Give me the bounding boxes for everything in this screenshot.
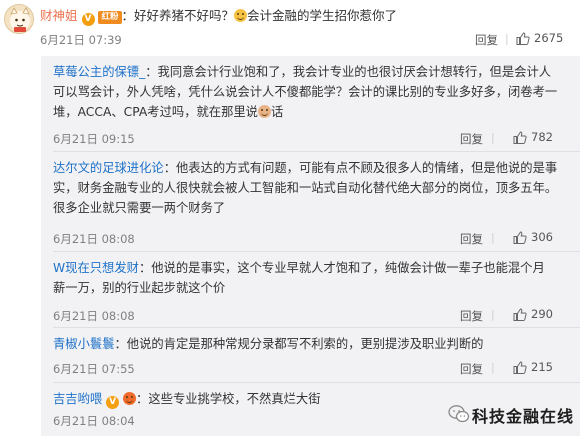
reply-item: 青椒小鬟鬟：他说的肯定是那种常规分录都写不利索的，更别提涉及职业判断的 6月21… [41, 328, 580, 383]
reply-line: 吉吉哟喂 V ：这些专业挑学校，不然真烂大街 [53, 391, 321, 409]
reply-username[interactable]: W现在只想发财 [53, 261, 139, 275]
fan-tag: 红粉 [98, 11, 122, 24]
fire-emoji-icon [123, 392, 137, 405]
person-emoji-icon [257, 105, 271, 118]
reply-text: 堆，ACCA、CPA考过吗，就在那里说 [53, 105, 258, 119]
separator: | [491, 131, 495, 144]
reply-time: 6月21日 07:55 [53, 362, 135, 376]
reply-button[interactable]: 回复 [460, 361, 483, 377]
reply-time: 6月21日 08:08 [53, 309, 135, 323]
main-reply-button[interactable]: 回复 [475, 32, 498, 48]
thumbs-up-icon [513, 231, 527, 244]
reply-text: ：这些专业挑学校，不然真烂大街 [136, 392, 321, 406]
reply-time: 6月21日 08:04 [53, 414, 135, 428]
like-button[interactable]: 215 [513, 360, 573, 376]
main-like-button[interactable]: 2675 [516, 31, 576, 47]
verified-badge-icon: V [106, 396, 120, 409]
main-username[interactable]: 财神姐 [40, 8, 78, 23]
separator: | [505, 32, 509, 45]
grin-emoji-icon [234, 9, 248, 22]
main-comment: 财神姐 V 红粉 ：好好养猪不好吗？ 会计金融的学生招你惹你了 6月21日 07:3… [0, 0, 580, 56]
reply-line: 薪一万，别的行业起步就这个价 [53, 281, 226, 295]
like-button[interactable]: 306 [513, 230, 573, 246]
reply-time: 6月21日 08:08 [53, 232, 135, 246]
cat-avatar-icon [10, 7, 30, 32]
reply-item: W现在只想发财：他说的是事实，这个专业早就人才饱和了，纯做会计做一辈子也能混个月… [41, 252, 580, 327]
main-comment-body: ：好好养猪不好吗？ [121, 8, 235, 23]
reply-line: 堆，ACCA、CPA考过吗，就在那里说话 [53, 104, 283, 120]
reply-username[interactable]: 达尔文的足球进化论 [53, 161, 164, 175]
reply-button[interactable]: 回复 [460, 231, 483, 247]
separator: | [491, 231, 495, 244]
reply-time: 6月21日 09:15 [53, 132, 135, 146]
reply-line: 很多企业就只需要一两个财务了 [53, 201, 226, 215]
reply-username[interactable]: 草莓公主的保镖_ [53, 65, 145, 79]
reply-button[interactable]: 回复 [460, 131, 483, 147]
wechat-logo-icon [448, 405, 470, 423]
like-count: 215 [531, 360, 553, 374]
separator: | [491, 361, 495, 374]
like-count: 782 [531, 130, 553, 144]
reply-username[interactable]: 青椒小鬟鬟 [53, 337, 115, 351]
separator: | [491, 308, 495, 321]
reply-line: W现在只想发财：他说的是事实，这个专业早就人才饱和了，纯做会计做一辈子也能混个月 [53, 260, 545, 276]
main-comment-text: 财神姐 V 红粉 ：好好养猪不好吗？ 会计金融的学生招你惹你了 [40, 8, 397, 26]
verified-badge-icon: V [81, 13, 95, 26]
reply-text: ：他说的是事实，这个专业早就人才饱和了，纯做会计做一辈子也能混个月 [138, 261, 545, 275]
reply-line: 可以骂会计，外人凭啥，凭什么说会计人不傻都能学？会计的课比别的专业多好多，闭卷考… [53, 85, 558, 99]
main-comment-body-2: 会计金融的学生招你惹你了 [247, 8, 398, 23]
main-comment-time: 6月21日 07:39 [40, 33, 122, 47]
reply-text: 话 [270, 105, 284, 119]
reply-item: 草莓公主的保镖_：我同意会计行业饱和了，我会计专业的也很讨厌会计想转行，但是会计… [41, 56, 580, 151]
reply-text: ：我同意会计行业饱和了，我会计专业的也很讨厌会计想转行，但是会计人 [145, 65, 552, 79]
like-button[interactable]: 290 [513, 307, 573, 323]
reply-line: 达尔文的足球进化论：他表达的方式有问题，可能有点不顾及很多人的情绪，但是他说的是… [53, 160, 557, 176]
reply-line: 青椒小鬟鬟：他说的肯定是那种常规分录都写不利索的，更别提涉及职业判断的 [53, 336, 483, 352]
like-button[interactable]: 782 [513, 130, 573, 146]
thumbs-up-icon [513, 131, 527, 144]
like-count: 290 [531, 307, 553, 321]
reply-text: ：他表达的方式有问题，可能有点不顾及很多人的情绪，但是他说的是事 [163, 161, 558, 175]
main-like-count: 2675 [534, 31, 564, 45]
avatar[interactable] [4, 4, 34, 34]
reply-username[interactable]: 吉吉哟喂 [53, 392, 102, 406]
thumbs-up-icon [516, 32, 530, 45]
reply-button[interactable]: 回复 [460, 308, 483, 324]
watermark-text: 科技金融在线 [472, 407, 575, 426]
thumbs-up-icon [513, 308, 527, 321]
reply-item: 达尔文的足球进化论：他表达的方式有问题，可能有点不顾及很多人的情绪，但是他说的是… [41, 152, 580, 251]
like-count: 306 [531, 230, 553, 244]
reply-line: 草莓公主的保镖_：我同意会计行业饱和了，我会计专业的也很讨厌会计想转行，但是会计… [53, 64, 551, 80]
thumbs-up-icon [513, 361, 527, 374]
watermark: 科技金融在线 [448, 399, 578, 427]
replies-panel: 草莓公主的保镖_：我同意会计行业饱和了，我会计专业的也很讨厌会计想转行，但是会计… [41, 56, 580, 436]
reply-line: 实，财务金融专业的人很快就会被人工智能和一站式自动化替代绝大部分的岗位，顶多五年… [53, 181, 558, 195]
reply-text: ：他说的肯定是那种常规分录都写不利索的，更别提涉及职业判断的 [114, 337, 484, 351]
